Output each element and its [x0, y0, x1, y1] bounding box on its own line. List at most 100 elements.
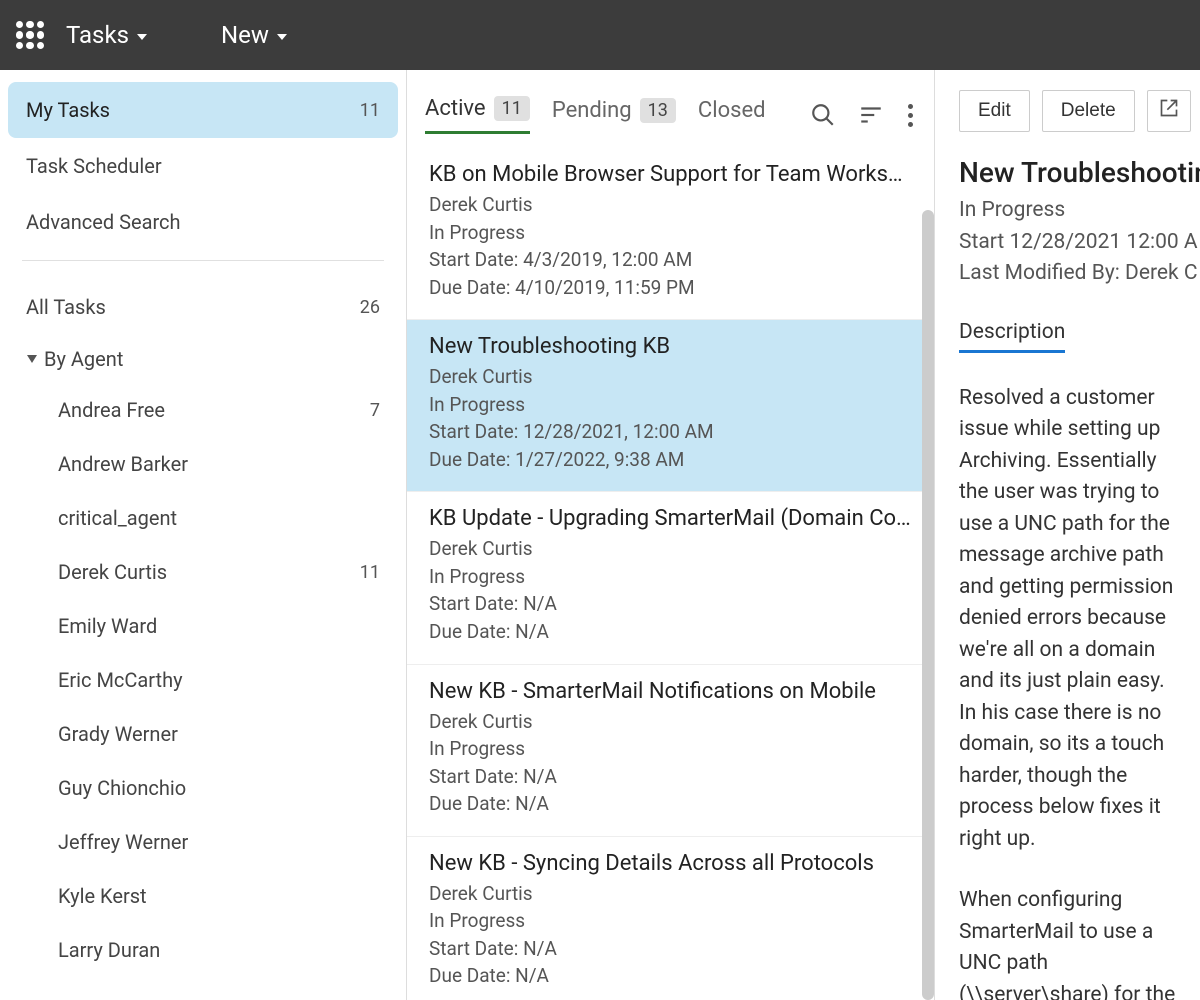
all-tasks-count: 26: [360, 297, 380, 318]
sort-icon[interactable]: [858, 97, 884, 133]
agent-name: Andrew Barker: [58, 452, 188, 476]
edit-button[interactable]: Edit: [959, 90, 1030, 132]
topbar-title: Tasks: [66, 21, 129, 49]
group-by-agent[interactable]: By Agent: [8, 335, 398, 383]
all-tasks-label: All Tasks: [26, 295, 106, 319]
task-meta: Due Date: N/A: [429, 962, 912, 990]
task-meta: In Progress: [429, 563, 912, 591]
agent-item[interactable]: Guy Chionchio: [8, 761, 398, 815]
task-items: KB on Mobile Browser Support for Team Wo…: [407, 148, 934, 1000]
agent-item[interactable]: Eric McCarthy: [8, 653, 398, 707]
task-meta: Start Date: N/A: [429, 763, 912, 791]
agent-item[interactable]: Larry Duran: [8, 923, 398, 977]
task-meta: In Progress: [429, 219, 912, 247]
agent-name: Andrea Free: [58, 398, 165, 422]
task-meta: Due Date: 4/10/2019, 11:59 PM: [429, 274, 912, 302]
agent-item[interactable]: Andrea Free 7: [8, 383, 398, 437]
agent-count: 11: [360, 562, 380, 583]
task-meta: Derek Curtis: [429, 708, 912, 736]
task-title: KB on Mobile Browser Support for Team Wo…: [429, 162, 912, 187]
tab-pending[interactable]: Pending 13: [552, 98, 676, 133]
task-card[interactable]: New KB - SmarterMail Notifications on Mo…: [407, 665, 934, 837]
agent-name: Grady Werner: [58, 722, 178, 746]
sidebar-item[interactable]: Task Scheduler: [8, 138, 398, 194]
agent-item[interactable]: critical_agent: [8, 491, 398, 545]
new-dropdown[interactable]: New: [211, 15, 297, 55]
tab-active[interactable]: Active 11: [425, 96, 530, 134]
task-card[interactable]: New KB - Syncing Details Across all Prot…: [407, 837, 934, 1000]
sidebar-item-label: My Tasks: [26, 98, 110, 122]
open-external-icon[interactable]: [1147, 90, 1191, 132]
task-meta: Derek Curtis: [429, 535, 912, 563]
detail-panel: Edit Delete New Troubleshootin In Progre…: [935, 70, 1200, 1000]
agent-item[interactable]: Andrew Barker: [8, 437, 398, 491]
caret-down-icon: [137, 34, 147, 40]
tab-active-badge: 11: [494, 96, 530, 121]
sidebar-item-label: Task Scheduler: [26, 154, 162, 178]
apps-grid-icon[interactable]: [16, 21, 44, 49]
agent-item[interactable]: Derek Curtis 11: [8, 545, 398, 599]
task-card[interactable]: KB on Mobile Browser Support for Team Wo…: [407, 148, 934, 320]
agent-name: Larry Duran: [58, 938, 160, 962]
section-description[interactable]: Description: [959, 320, 1065, 353]
more-icon[interactable]: [906, 97, 916, 133]
tab-pending-badge: 13: [640, 98, 676, 123]
agent-item[interactable]: Emily Ward: [8, 599, 398, 653]
search-icon[interactable]: [810, 97, 836, 133]
tasks-dropdown[interactable]: Tasks: [56, 15, 157, 55]
tab-active-label: Active: [425, 96, 486, 121]
para: When configuring SmarterMail to use a UN…: [959, 885, 1176, 1000]
task-meta: Start Date: 4/3/2019, 12:00 AM: [429, 246, 912, 274]
task-meta: Due Date: N/A: [429, 790, 912, 818]
agent-name: critical_agent: [58, 506, 177, 530]
sidebar-item[interactable]: My Tasks 11: [8, 82, 398, 138]
agent-name: Kyle Kerst: [58, 884, 147, 908]
sidebar: My Tasks11Task SchedulerAdvanced Search …: [0, 70, 407, 1000]
agent-name: Eric McCarthy: [58, 668, 183, 692]
task-title: New KB - SmarterMail Notifications on Mo…: [429, 679, 912, 704]
agent-name: Derek Curtis: [58, 560, 167, 584]
task-list-panel: Active 11 Pending 13 Closed KB on Mobile…: [407, 70, 935, 1000]
tab-pending-label: Pending: [552, 98, 632, 123]
task-meta: Due Date: N/A: [429, 618, 912, 646]
agent-item[interactable]: Jeffrey Werner: [8, 815, 398, 869]
task-meta: In Progress: [429, 907, 912, 935]
delete-button[interactable]: Delete: [1042, 90, 1135, 132]
tabs-row: Active 11 Pending 13 Closed: [407, 70, 934, 134]
agent-name: Guy Chionchio: [58, 776, 186, 800]
para: Resolved a customer issue while setting …: [959, 383, 1176, 856]
sidebar-item[interactable]: Advanced Search: [8, 194, 398, 250]
detail-title: New Troubleshootin: [959, 156, 1176, 189]
agent-name: Jeffrey Werner: [58, 830, 188, 854]
agent-name: Emily Ward: [58, 614, 157, 638]
task-title: New Troubleshooting KB: [429, 334, 912, 359]
sidebar-item-count: 11: [360, 100, 380, 121]
detail-toolbar: Edit Delete: [959, 90, 1176, 132]
task-meta: Start Date: N/A: [429, 590, 912, 618]
top-bar: Tasks New: [0, 0, 1200, 70]
task-card[interactable]: New Troubleshooting KB Derek CurtisIn Pro…: [407, 320, 934, 492]
task-meta: Start Date: 12/28/2021, 12:00 AM: [429, 418, 912, 446]
main-layout: My Tasks11Task SchedulerAdvanced Search …: [0, 70, 1200, 1000]
scrollbar[interactable]: [922, 210, 934, 1000]
agent-item[interactable]: Grady Werner: [8, 707, 398, 761]
agent-item[interactable]: Kyle Kerst: [8, 869, 398, 923]
detail-status: In Progress: [959, 195, 1176, 227]
detail-start: Start 12/28/2021 12:00 A: [959, 227, 1176, 259]
task-card[interactable]: KB Update - Upgrading SmarterMail (Domai…: [407, 492, 934, 664]
divider: [22, 260, 384, 261]
description-body: Resolved a customer issue while setting …: [959, 383, 1176, 1000]
task-meta: In Progress: [429, 735, 912, 763]
task-meta: Derek Curtis: [429, 363, 912, 391]
agent-count: 7: [370, 400, 380, 421]
task-title: KB Update - Upgrading SmarterMail (Domai…: [429, 506, 912, 531]
task-meta: In Progress: [429, 391, 912, 419]
sidebar-item-all-tasks[interactable]: All Tasks 26: [8, 279, 398, 335]
new-label: New: [221, 21, 269, 49]
sidebar-item-label: Advanced Search: [26, 210, 181, 234]
task-title: New KB - Syncing Details Across all Prot…: [429, 851, 912, 876]
caret-down-icon: [277, 34, 287, 40]
triangle-down-icon: [27, 355, 37, 363]
tab-closed[interactable]: Closed: [698, 98, 766, 133]
task-meta: Due Date: 1/27/2022, 9:38 AM: [429, 446, 912, 474]
